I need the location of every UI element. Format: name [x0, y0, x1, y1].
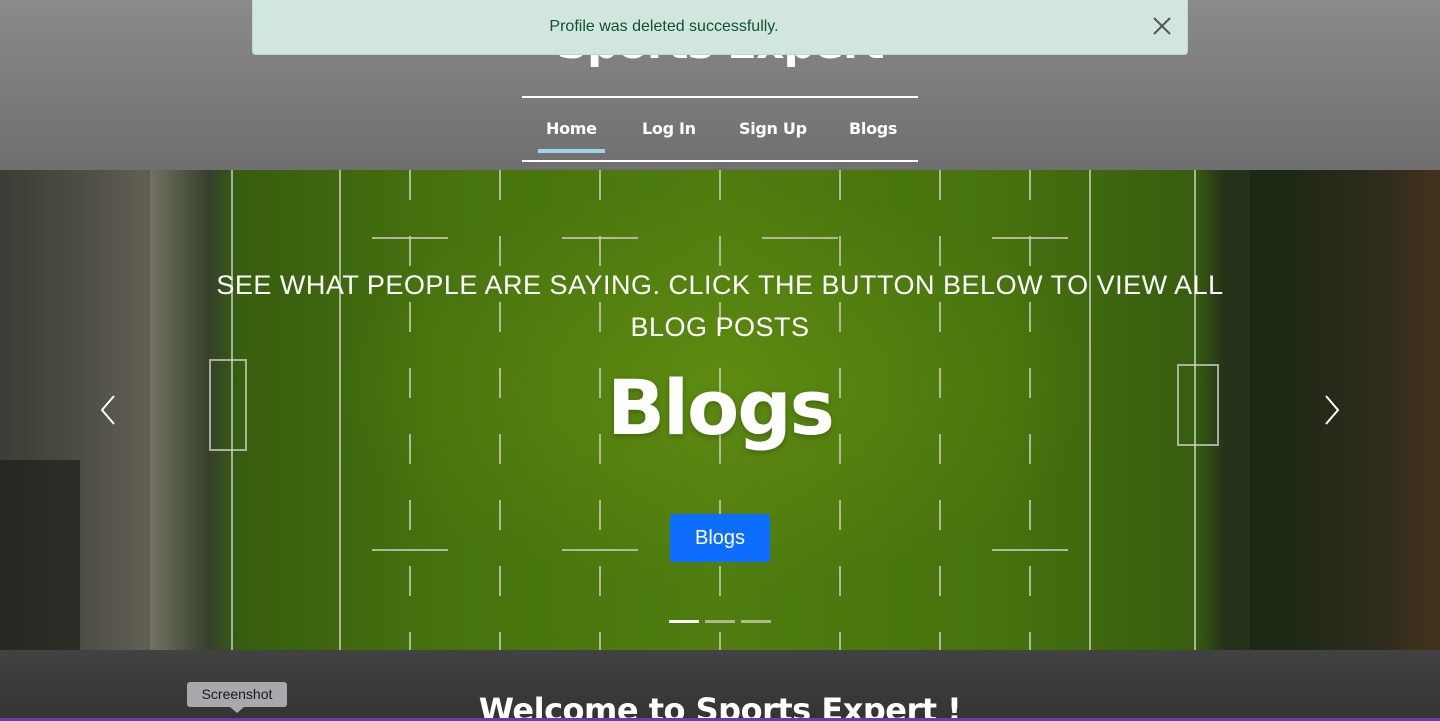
nav-item-home[interactable]: Home	[538, 118, 605, 153]
carousel-indicator-3[interactable]	[741, 620, 771, 623]
chevron-left-icon[interactable]	[94, 390, 124, 430]
alert-message: Profile was deleted successfully.	[549, 18, 779, 35]
screenshot-tooltip: Screenshot	[187, 682, 287, 713]
nav-item-sign-up[interactable]: Sign Up	[739, 118, 807, 142]
carousel-indicator-2[interactable]	[705, 620, 735, 623]
carousel-indicator-1[interactable]	[669, 620, 699, 623]
hero-carousel: SEE WHAT PEOPLE ARE SAYING. CLICK THE BU…	[0, 170, 1440, 650]
hero-heading: Blogs	[607, 363, 835, 452]
success-alert: Profile was deleted successfully.	[252, 0, 1188, 55]
carousel-indicators	[669, 620, 779, 626]
hero-caption: SEE WHAT PEOPLE ARE SAYING. CLICK THE BU…	[216, 270, 1224, 342]
nav-item-log-in[interactable]: Log In	[642, 118, 696, 142]
nav-item-blogs[interactable]: Blogs	[849, 118, 897, 142]
blogs-button[interactable]: Blogs	[670, 514, 770, 562]
main-nav: Home Log In Sign Up Blogs	[522, 96, 918, 162]
chevron-right-icon[interactable]	[1316, 390, 1346, 430]
close-icon[interactable]	[1151, 15, 1173, 37]
